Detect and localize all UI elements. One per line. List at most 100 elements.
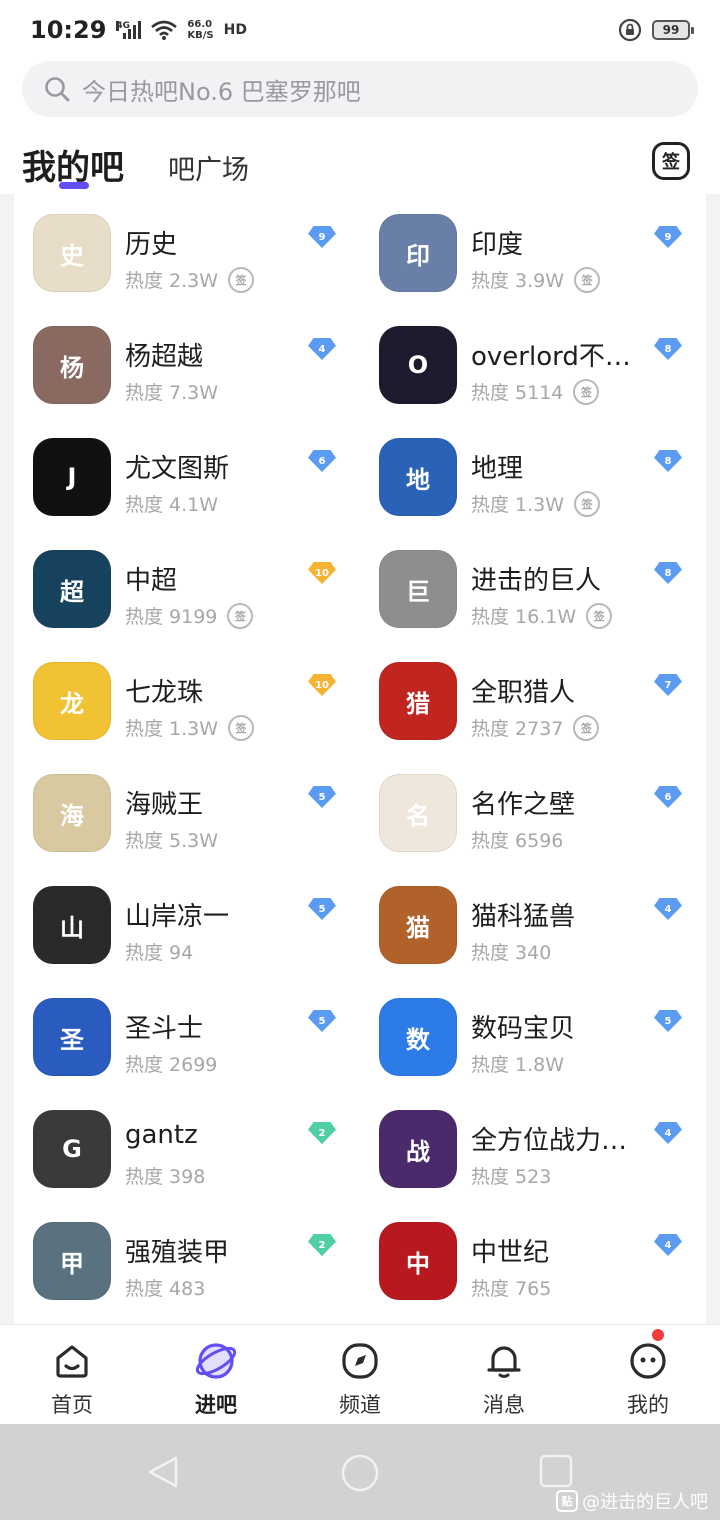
level-badge-icon: 2 <box>308 1122 336 1144</box>
forum-name: 印度 <box>471 230 524 260</box>
nav-forums-label: 进吧 <box>195 1393 237 1417</box>
forum-item[interactable]: 海海贼王 热度 5.3W 5 <box>14 762 360 874</box>
level-badge-icon: 10 <box>308 674 336 696</box>
forum-item[interactable]: 战全方位战力对… 热度 523 4 <box>360 1098 706 1210</box>
forum-item[interactable]: 数数码宝贝 热度 1.8W 5 <box>360 986 706 1098</box>
forum-item[interactable]: 龙七龙珠热度 1.3W 签 10 <box>14 650 360 762</box>
forum-item[interactable]: 杨杨超越 热度 7.3W 4 <box>14 314 360 426</box>
forum-item[interactable]: 猫猫科猛兽 热度 340 4 <box>360 874 706 986</box>
nav-forums[interactable]: 进吧 <box>144 1325 288 1424</box>
speed-unit: KB/S <box>187 30 214 41</box>
forum-grid: 史历史 热度 2.3W 签 9 印印度 热度 3.9W 签 9 杨杨超越 热度 7.3W 4 Oove… <box>14 202 706 1322</box>
forum-avatar: 数 <box>379 998 457 1076</box>
search-placeholder: 今日热吧No.6 巴塞罗那吧 <box>82 77 361 106</box>
forum-avatar: O <box>379 326 457 404</box>
signed-in-icon: 签 <box>228 266 255 293</box>
watermark: 贴 @进击的巨人吧 <box>556 1488 708 1514</box>
level-badge-icon: 4 <box>308 338 336 360</box>
signed-in-icon: 签 <box>574 266 601 293</box>
forum-item[interactable]: 地地理 热度 1.3W 签 8 <box>360 426 706 538</box>
forum-avatar: 龙 <box>33 662 111 740</box>
forum-item[interactable]: 山山岸凉一 热度 94 5 <box>14 874 360 986</box>
forum-avatar: 中 <box>379 1222 457 1300</box>
forum-item[interactable]: Ooverlord不死… 热度 5114 签 8 <box>360 314 706 426</box>
nav-channel[interactable]: 频道 <box>288 1325 432 1424</box>
status-bar: 10:29 4G 66.0 KB/S HD 99 <box>0 0 720 60</box>
forum-heat-row: 热度 2737 签 <box>471 714 600 741</box>
watermark-text: @进击的巨人吧 <box>582 1492 708 1513</box>
recents-icon[interactable] <box>539 1454 573 1488</box>
level-badge-icon: 5 <box>308 786 336 808</box>
forum-name: 杨超越 <box>125 342 204 372</box>
forum-heat-row: 热度 5.3W <box>125 826 218 853</box>
forum-avatar: 战 <box>379 1110 457 1188</box>
forum-heat: 热度 4.1W <box>125 494 219 516</box>
forum-heat-row: 热度 340 <box>471 938 551 965</box>
forum-heat-row: 热度 6596 <box>471 826 563 853</box>
forum-heat-row: 热度 2.3W 签 <box>125 266 255 293</box>
nav-home[interactable]: 首页 <box>0 1325 144 1424</box>
forum-heat-row: 热度 7.3W <box>125 378 218 405</box>
battery-icon: 99 <box>652 20 694 40</box>
level-badge-icon: 10 <box>308 562 336 584</box>
forum-heat-row: 热度 4.1W <box>125 490 218 517</box>
forum-item[interactable]: 超中超 热度 9199 签 10 <box>14 538 360 650</box>
forum-item[interactable]: 印印度 热度 3.9W 签 9 <box>360 202 706 314</box>
forum-heat: 热度 340 <box>471 942 552 964</box>
forum-name: 中超 <box>125 566 178 596</box>
forum-list-area: 史历史 热度 2.3W 签 9 印印度 热度 3.9W 签 9 杨杨超越 热度 7.3W 4 Oove… <box>0 194 720 1324</box>
home-circle-icon[interactable] <box>341 1454 379 1492</box>
forum-heat: 热度 94 <box>125 942 194 964</box>
search-icon <box>45 77 70 102</box>
signed-in-icon: 签 <box>574 490 601 517</box>
forum-item[interactable]: 甲强殖装甲 热度 483 2 <box>14 1210 360 1322</box>
forum-item[interactable]: 名名作之壁 热度 6596 6 <box>360 762 706 874</box>
forum-heat: 热度 7.3W <box>125 382 219 404</box>
forum-avatar: 山 <box>33 886 111 964</box>
forum-item[interactable]: 中中世纪 热度 765 4 <box>360 1210 706 1322</box>
level-badge-icon: 8 <box>654 338 682 360</box>
home-icon <box>50 1339 94 1383</box>
forum-name: 海贼王 <box>125 790 204 820</box>
forum-item[interactable]: 史历史 热度 2.3W 签 9 <box>14 202 360 314</box>
forum-heat: 热度 5114 <box>471 382 564 404</box>
forum-heat: 热度 2.3W <box>125 270 219 292</box>
level-badge-icon: 4 <box>654 1234 682 1256</box>
forum-heat: 热度 6596 <box>471 830 564 852</box>
sign-in-all-button[interactable]: 签 <box>652 142 690 180</box>
forum-name: 七龙珠 <box>125 678 204 708</box>
nav-messages-label: 消息 <box>483 1393 525 1417</box>
forum-name: 圣斗士 <box>125 1014 204 1044</box>
tab-bar: 我的吧 吧广场 签 <box>0 130 720 194</box>
level-badge-icon: 4 <box>654 1122 682 1144</box>
forum-name: 地理 <box>471 454 524 484</box>
forum-heat-row: 热度 3.9W 签 <box>471 266 601 293</box>
signed-in-icon: 签 <box>228 714 255 741</box>
nav-messages[interactable]: 消息 <box>432 1325 576 1424</box>
hd-indicator: HD <box>223 22 247 38</box>
search-bar[interactable]: 今日热吧No.6 巴塞罗那吧 <box>22 61 698 117</box>
forum-heat-row: 热度 16.1W 签 <box>471 602 613 629</box>
nav-mine[interactable]: 我的 <box>576 1325 720 1424</box>
tab-forum-square[interactable]: 吧广场 <box>168 148 249 187</box>
bottom-nav: 首页 进吧 频道 消息 我的 <box>0 1324 720 1424</box>
forum-name: 历史 <box>125 230 178 260</box>
forum-heat: 热度 1.3W <box>125 718 219 740</box>
cellular-signal-icon: 4G <box>116 21 142 39</box>
back-icon[interactable] <box>146 1454 182 1490</box>
level-badge-icon: 7 <box>654 674 682 696</box>
forum-heat: 热度 1.3W <box>471 494 565 516</box>
forum-item[interactable]: J 尤文图斯 热度 4.1W 6 <box>14 426 360 538</box>
forum-name: 数码宝贝 <box>471 1014 576 1044</box>
forum-heat-row: 热度 5114 签 <box>471 378 600 405</box>
forum-avatar: 猫 <box>379 886 457 964</box>
forum-avatar: 巨 <box>379 550 457 628</box>
forum-item[interactable]: 圣圣斗士 热度 2699 5 <box>14 986 360 1098</box>
forum-item[interactable]: 巨进击的巨人 热度 16.1W 签 8 <box>360 538 706 650</box>
notification-dot <box>652 1329 664 1341</box>
forum-avatar: 印 <box>379 214 457 292</box>
forum-item[interactable]: 猎全职猎人 热度 2737 签 7 <box>360 650 706 762</box>
level-badge-icon: 6 <box>654 786 682 808</box>
forum-item[interactable]: Ggantz 热度 398 2 <box>14 1098 360 1210</box>
signed-in-icon: 签 <box>573 714 600 741</box>
